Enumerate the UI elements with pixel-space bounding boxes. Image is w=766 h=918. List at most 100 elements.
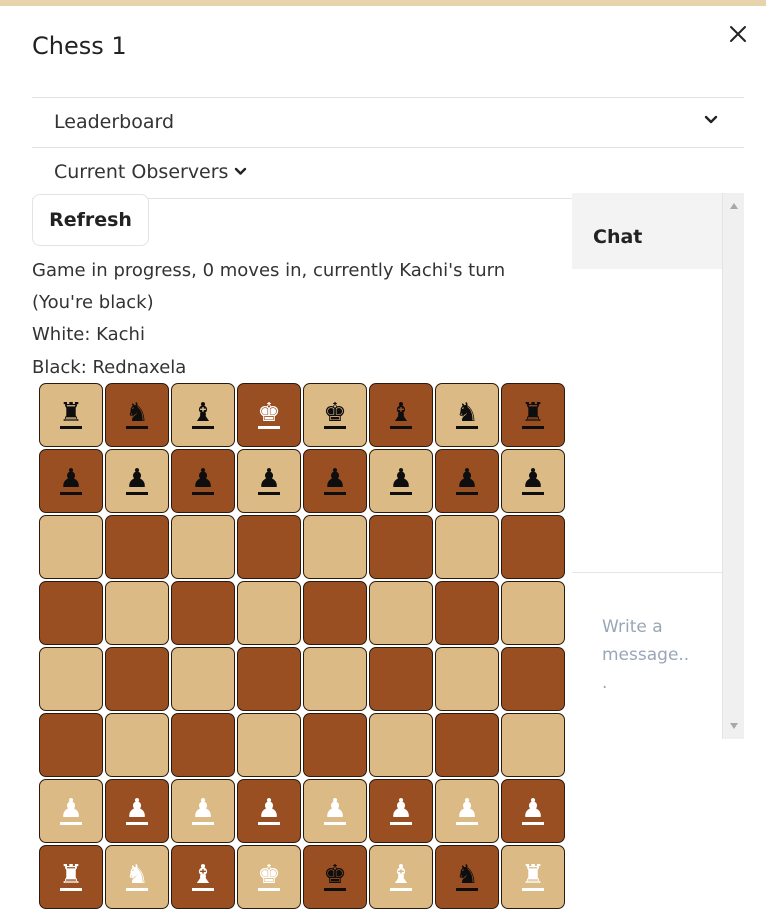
board-square-h4[interactable] (501, 647, 565, 711)
black-rook-icon[interactable]: ♜ (521, 400, 544, 426)
board-square-d2[interactable]: ♟ (237, 779, 301, 843)
board-square-a4[interactable] (39, 647, 103, 711)
black-pawn-icon[interactable]: ♟ (323, 466, 346, 492)
board-square-a7[interactable]: ♟ (39, 449, 103, 513)
board-square-b3[interactable] (105, 713, 169, 777)
board-square-g1[interactable]: ♞ (435, 845, 499, 909)
board-square-d3[interactable] (237, 713, 301, 777)
board-square-f6[interactable] (369, 515, 433, 579)
scroll-down-arrow[interactable] (730, 723, 738, 729)
white-pawn-icon[interactable]: ♟ (125, 796, 148, 822)
black-pawn-icon[interactable]: ♟ (191, 466, 214, 492)
board-square-c3[interactable] (171, 713, 235, 777)
white-bishop-icon[interactable]: ♝ (389, 862, 412, 888)
board-square-e3[interactable] (303, 713, 367, 777)
black-king-icon[interactable]: ♚ (323, 862, 346, 888)
board-square-f5[interactable] (369, 581, 433, 645)
board-square-e6[interactable] (303, 515, 367, 579)
board-square-g2[interactable]: ♟ (435, 779, 499, 843)
board-square-h6[interactable] (501, 515, 565, 579)
black-rook-icon[interactable]: ♜ (59, 400, 82, 426)
observers-section[interactable]: Current Observers (32, 147, 744, 199)
board-square-d1[interactable]: ♚ (237, 845, 301, 909)
close-button[interactable] (726, 22, 750, 46)
board-square-c1[interactable]: ♝ (171, 845, 235, 909)
board-square-f3[interactable] (369, 713, 433, 777)
board-square-b7[interactable]: ♟ (105, 449, 169, 513)
board-square-c6[interactable] (171, 515, 235, 579)
white-knight-icon[interactable]: ♞ (125, 862, 148, 888)
board-square-b4[interactable] (105, 647, 169, 711)
board-square-b1[interactable]: ♞ (105, 845, 169, 909)
board-square-e5[interactable] (303, 581, 367, 645)
white-pawn-icon[interactable]: ♟ (521, 796, 544, 822)
black-bishop-icon[interactable]: ♝ (389, 400, 412, 426)
chat-scrollbar[interactable] (722, 193, 744, 739)
refresh-button[interactable]: Refresh (32, 194, 149, 246)
board-square-h1[interactable]: ♜ (501, 845, 565, 909)
board-square-h3[interactable] (501, 713, 565, 777)
white-pawn-icon[interactable]: ♟ (191, 796, 214, 822)
board-square-f2[interactable]: ♟ (369, 779, 433, 843)
black-knight-icon[interactable]: ♞ (455, 400, 478, 426)
white-pawn-icon[interactable]: ♟ (323, 796, 346, 822)
board-square-a2[interactable]: ♟ (39, 779, 103, 843)
board-square-b5[interactable] (105, 581, 169, 645)
black-bishop-icon[interactable]: ♝ (191, 400, 214, 426)
white-king-icon[interactable]: ♚ (257, 400, 280, 426)
board-square-e2[interactable]: ♟ (303, 779, 367, 843)
white-bishop-icon[interactable]: ♝ (191, 862, 214, 888)
board-square-a1[interactable]: ♜ (39, 845, 103, 909)
black-pawn-icon[interactable]: ♟ (125, 466, 148, 492)
board-square-d5[interactable] (237, 581, 301, 645)
board-square-h2[interactable]: ♟ (501, 779, 565, 843)
white-pawn-icon[interactable]: ♟ (455, 796, 478, 822)
white-king-icon[interactable]: ♚ (257, 862, 280, 888)
board-square-g3[interactable] (435, 713, 499, 777)
black-pawn-icon[interactable]: ♟ (257, 466, 280, 492)
board-square-g7[interactable]: ♟ (435, 449, 499, 513)
board-square-b8[interactable]: ♞ (105, 383, 169, 447)
board-square-a3[interactable] (39, 713, 103, 777)
black-knight-icon[interactable]: ♞ (125, 400, 148, 426)
white-pawn-icon[interactable]: ♟ (59, 796, 82, 822)
white-rook-icon[interactable]: ♜ (521, 862, 544, 888)
board-square-h7[interactable]: ♟ (501, 449, 565, 513)
board-square-g5[interactable] (435, 581, 499, 645)
board-square-e7[interactable]: ♟ (303, 449, 367, 513)
black-pawn-icon[interactable]: ♟ (455, 466, 478, 492)
board-square-a5[interactable] (39, 581, 103, 645)
board-square-d6[interactable] (237, 515, 301, 579)
black-knight-icon[interactable]: ♞ (455, 862, 478, 888)
black-pawn-icon[interactable]: ♟ (521, 466, 544, 492)
board-square-f1[interactable]: ♝ (369, 845, 433, 909)
white-rook-icon[interactable]: ♜ (59, 862, 82, 888)
board-square-a6[interactable] (39, 515, 103, 579)
board-square-e1[interactable]: ♚ (303, 845, 367, 909)
board-square-f7[interactable]: ♟ (369, 449, 433, 513)
leaderboard-section[interactable]: Leaderboard (32, 97, 744, 147)
board-square-c5[interactable] (171, 581, 235, 645)
board-square-e8[interactable]: ♚ (303, 383, 367, 447)
board-square-c2[interactable]: ♟ (171, 779, 235, 843)
board-square-g4[interactable] (435, 647, 499, 711)
board-square-c8[interactable]: ♝ (171, 383, 235, 447)
black-pawn-icon[interactable]: ♟ (59, 466, 82, 492)
scroll-up-arrow[interactable] (730, 203, 738, 209)
board-square-d4[interactable] (237, 647, 301, 711)
board-square-h8[interactable]: ♜ (501, 383, 565, 447)
board-square-e4[interactable] (303, 647, 367, 711)
board-square-b2[interactable]: ♟ (105, 779, 169, 843)
black-king-icon[interactable]: ♚ (323, 400, 346, 426)
white-pawn-icon[interactable]: ♟ (257, 796, 280, 822)
board-square-d7[interactable]: ♟ (237, 449, 301, 513)
chat-message-input[interactable] (602, 613, 692, 713)
board-square-d8[interactable]: ♚ (237, 383, 301, 447)
board-square-f4[interactable] (369, 647, 433, 711)
board-square-c7[interactable]: ♟ (171, 449, 235, 513)
board-square-g8[interactable]: ♞ (435, 383, 499, 447)
board-square-g6[interactable] (435, 515, 499, 579)
board-square-h5[interactable] (501, 581, 565, 645)
board-square-f8[interactable]: ♝ (369, 383, 433, 447)
white-pawn-icon[interactable]: ♟ (389, 796, 412, 822)
